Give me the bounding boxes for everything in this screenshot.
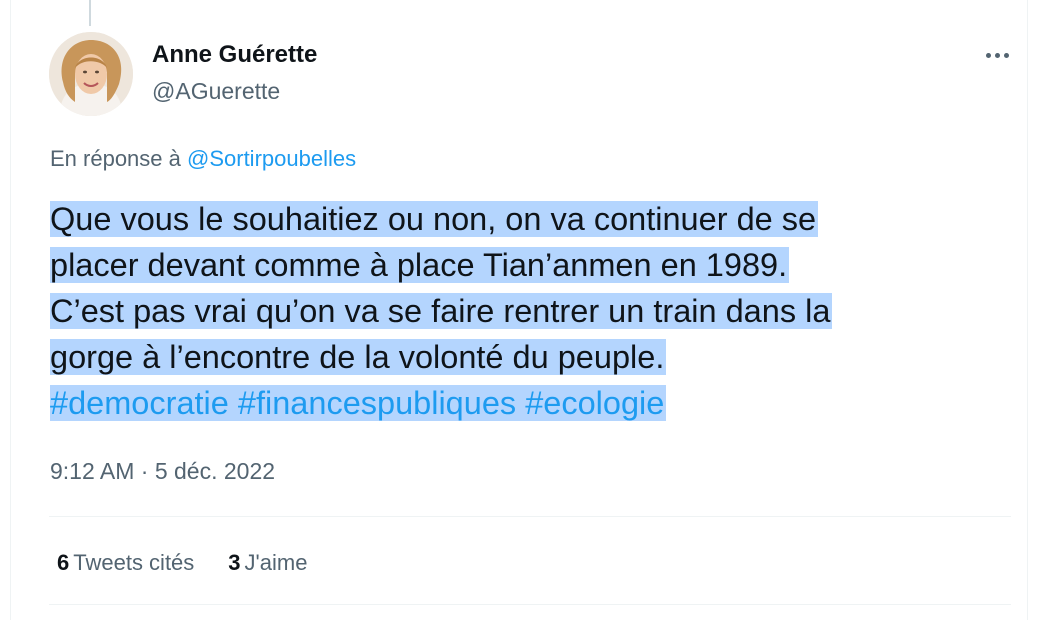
- tweet-timestamp[interactable]: 9:12 AM · 5 déc. 2022: [50, 456, 275, 486]
- author-display-name[interactable]: Anne Guérette: [152, 40, 317, 70]
- thread-connector-line: [89, 0, 91, 26]
- more-options-icon: [985, 52, 991, 58]
- reply-context: En réponse à @Sortirpoubelles: [50, 144, 356, 174]
- tweet-text: Que vous le souhaitiez ou non, on va con…: [50, 196, 1025, 426]
- reply-mention-link[interactable]: @Sortirpoubelles: [187, 146, 356, 171]
- tweet-card: Anne Guérette @AGuerette En réponse à @S…: [10, 0, 1028, 620]
- quote-tweets-stat[interactable]: 6 Tweets cités: [57, 548, 194, 578]
- more-options-icon-dot: [1003, 52, 1009, 58]
- avatar-image: [49, 32, 133, 116]
- tweet-text-line: C’est pas vrai qu’on va se faire rentrer…: [50, 293, 833, 329]
- likes-stat[interactable]: 3 J'aime: [228, 548, 307, 578]
- more-options-icon-dot: [994, 52, 1000, 58]
- divider: [49, 604, 1011, 605]
- avatar[interactable]: [49, 32, 133, 116]
- quote-tweets-count: 6: [57, 550, 70, 575]
- likes-count: 3: [228, 550, 241, 575]
- author-handle[interactable]: @AGuerette: [152, 76, 280, 106]
- tweet-text-line: placer devant comme à place Tian’anmen e…: [50, 247, 790, 283]
- hashtag-link[interactable]: #ecologie: [525, 385, 664, 421]
- tweet-stats: 6 Tweets cités 3 J'aime: [57, 548, 307, 578]
- reply-prefix: En réponse à: [50, 146, 181, 171]
- likes-label: J'aime: [244, 550, 308, 575]
- more-options-button[interactable]: [979, 40, 1015, 70]
- tweet-text-line: gorge à l’encontre de la volonté du peup…: [50, 339, 667, 375]
- hashtag-link[interactable]: #democratie: [50, 385, 229, 421]
- divider: [49, 516, 1011, 517]
- quote-tweets-label: Tweets cités: [73, 550, 195, 575]
- tweet-text-line: Que vous le souhaitiez ou non, on va con…: [50, 201, 819, 237]
- hashtag-link[interactable]: #financespubliques: [238, 385, 516, 421]
